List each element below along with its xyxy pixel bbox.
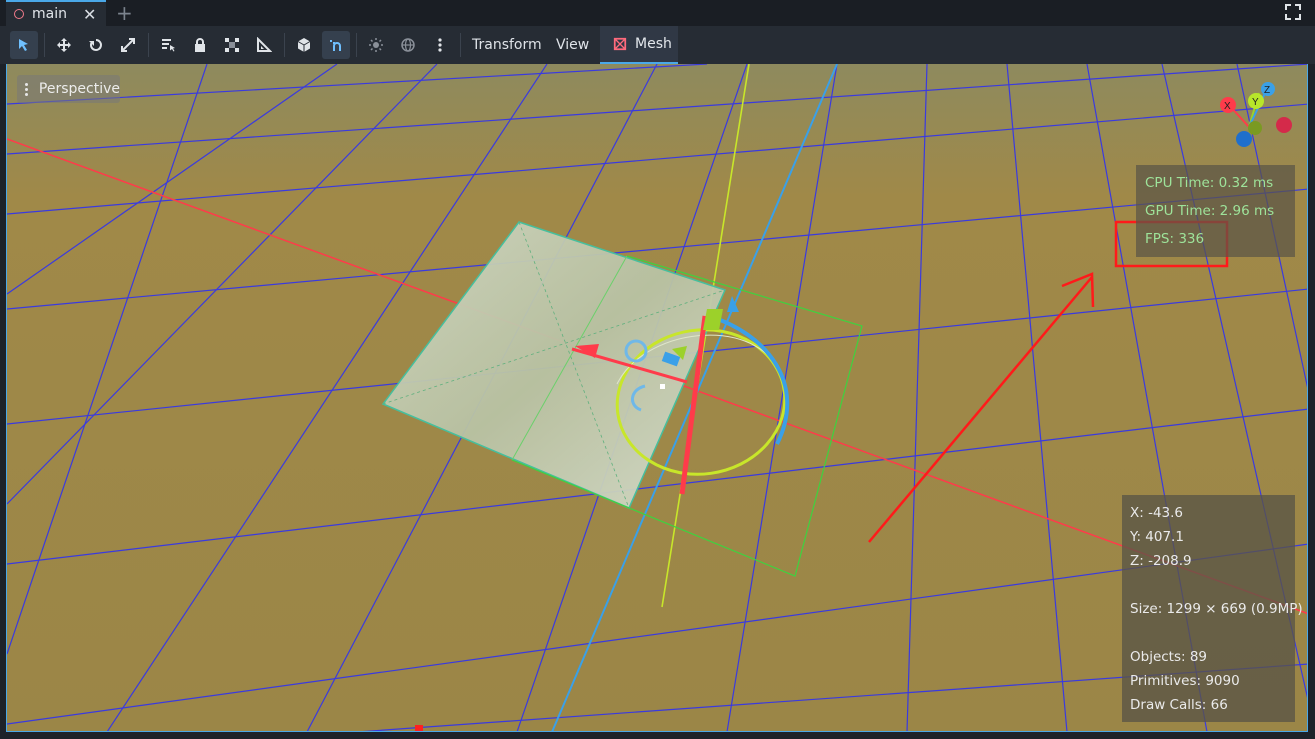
kebab-menu-icon — [25, 82, 29, 96]
environment-preview-button[interactable] — [394, 31, 422, 59]
tab-main[interactable]: main ✕ — [6, 0, 106, 26]
viewport-size-text: Size: 1299 × 669 (0.9MP) — [1130, 601, 1303, 617]
mesh-menu-label: Mesh — [635, 36, 672, 52]
cursor-x-text: X: -43.6 — [1130, 505, 1184, 521]
lock-button[interactable] — [186, 31, 214, 59]
gizmo-y-label: Y — [1252, 97, 1259, 108]
select-icon — [19, 39, 28, 51]
snap-button[interactable] — [322, 31, 350, 59]
list-select-icon — [162, 39, 175, 52]
3d-viewport[interactable]: X Y Z Perspective CPU Time: 0.32 ms GPU … — [6, 64, 1308, 732]
primitives-count-text: Primitives: 9090 — [1130, 673, 1240, 689]
cursor-z-text: Z: -208.9 — [1130, 553, 1192, 569]
transform-menu[interactable]: Transform — [472, 37, 542, 53]
cpu-time-text: CPU Time: 0.32 ms — [1145, 175, 1274, 191]
rotate-tool-button[interactable] — [82, 31, 110, 59]
environment-icon — [401, 38, 415, 52]
sun-preview-button[interactable] — [362, 31, 390, 59]
rotate-icon — [89, 39, 102, 51]
view-menu[interactable]: View — [556, 37, 589, 53]
scale-tool-button[interactable] — [114, 31, 142, 59]
sun-icon — [369, 38, 383, 52]
draw-calls-text: Draw Calls: 66 — [1130, 697, 1228, 713]
tab-main-label: main — [32, 6, 67, 22]
local-space-button[interactable] — [290, 31, 318, 59]
performance-stats-panel: CPU Time: 0.32 ms GPU Time: 2.96 ms FPS:… — [1136, 165, 1295, 257]
gizmo-x-label: X — [1224, 101, 1231, 112]
gpu-time-text: GPU Time: 2.96 ms — [1145, 203, 1275, 219]
snap-icon — [330, 40, 341, 51]
fullscreen-icon[interactable] — [1285, 4, 1301, 20]
mesh-icon — [613, 37, 627, 51]
gizmo-z-label: Z — [1264, 85, 1270, 96]
group-button[interactable] — [218, 31, 246, 59]
scene-ring-icon — [14, 9, 24, 19]
list-select-button[interactable] — [154, 31, 182, 59]
perspective-label: Perspective — [38, 81, 120, 97]
ruler-button[interactable] — [250, 31, 278, 59]
objects-count-text: Objects: 89 — [1130, 649, 1208, 665]
cursor-y-text: Y: 407.1 — [1130, 529, 1184, 545]
add-tab-icon[interactable]: + — [116, 1, 133, 25]
scene-canvas: X Y Z — [7, 64, 1307, 731]
select-tool-button[interactable] — [10, 31, 38, 59]
close-icon[interactable]: ✕ — [83, 5, 96, 24]
move-tool-button[interactable] — [50, 31, 78, 59]
ruler-icon — [257, 37, 272, 52]
fps-text: FPS: 336 — [1145, 231, 1205, 247]
scale-icon — [121, 38, 135, 52]
bottom-edge — [0, 732, 1315, 739]
move-icon — [57, 38, 71, 52]
more-options-button[interactable] — [426, 31, 454, 59]
more-icon — [438, 38, 442, 52]
mesh-menu[interactable]: Mesh — [600, 26, 678, 64]
viewport-info-panel: X: -43.6 Y: 407.1 Z: -208.9 Size: 1299 ×… — [1122, 495, 1303, 722]
local-space-icon — [297, 38, 311, 52]
scene-tab-bar: main ✕ + — [0, 0, 1315, 26]
lock-icon — [195, 38, 205, 52]
perspective-menu-button[interactable]: Perspective — [17, 75, 120, 103]
group-icon — [225, 38, 239, 52]
